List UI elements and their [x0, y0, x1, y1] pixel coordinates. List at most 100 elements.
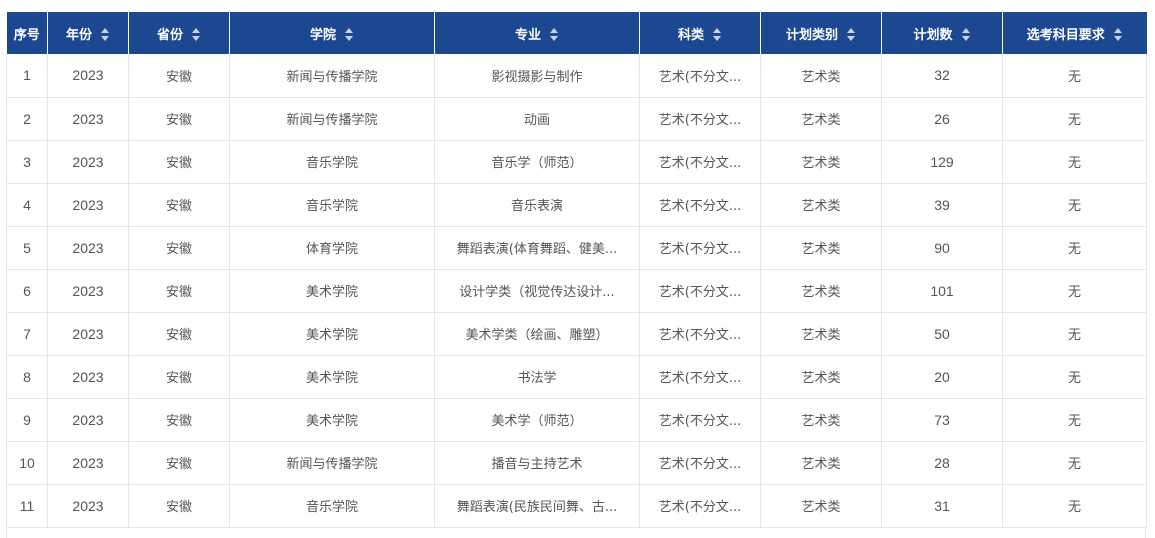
table-row: 6 2023 安徽 美术学院 设计学类（视觉传达设计... 艺术(不分文... 艺术类 101…	[6, 269, 1147, 313]
column-header-subject-type[interactable]: 科类	[639, 12, 761, 54]
sort-ascending-icon[interactable]	[192, 28, 200, 33]
column-header-label: 学院	[309, 27, 336, 43]
cell-subject-requirement: 无	[1002, 54, 1147, 98]
cell-plan-category: 艺术类	[760, 355, 882, 399]
cell-plan-category: 艺术类	[760, 312, 882, 356]
cell-college: 美术学院	[229, 269, 435, 313]
table-row: 5 2023 安徽 体育学院 舞蹈表演(体育舞蹈、健美... 艺术(不分文... 艺术类 90…	[6, 226, 1147, 270]
sort-arrows-icon[interactable]	[712, 28, 722, 42]
table-row: 8 2023 安徽 美术学院 书法学 艺术(不分文... 艺术类 20 无	[6, 355, 1147, 399]
cell-plan-count: 73	[881, 398, 1003, 442]
column-header-label: 专业	[514, 27, 541, 43]
cell-subject-type: 艺术(不分文...	[639, 398, 761, 442]
sort-arrows-icon[interactable]	[191, 28, 201, 42]
cell-subject-requirement: 无	[1002, 226, 1147, 270]
cell-subject-requirement: 无	[1002, 312, 1147, 356]
table-row: 2 2023 安徽 新闻与传播学院 动画 艺术(不分文... 艺术类 26 无	[6, 97, 1147, 141]
sort-ascending-icon[interactable]	[101, 28, 109, 33]
cell-year: 2023	[47, 398, 129, 442]
table-row: 3 2023 安徽 音乐学院 音乐学（师范） 艺术(不分文... 艺术类 129 无	[6, 140, 1147, 184]
cell-college: 音乐学院	[229, 140, 435, 184]
cell-year: 2023	[47, 226, 129, 270]
table-header-row: 序号 年份 省份 学院 专业 科类 计划类别 计划数 选考科目要求	[6, 12, 1147, 54]
table-row: 1 2023 安徽 新闻与传播学院 影视摄影与制作 艺术(不分文... 艺术类 32 无	[6, 54, 1147, 98]
cell-major: 舞蹈表演(体育舞蹈、健美...	[434, 226, 640, 270]
cell-index: 5	[6, 226, 48, 270]
cell-year: 2023	[47, 269, 129, 313]
column-header-label: 计划数	[913, 27, 953, 43]
cell-subject-requirement: 无	[1002, 355, 1147, 399]
sort-ascending-icon[interactable]	[847, 28, 855, 33]
cell-year: 2023	[47, 54, 129, 98]
sort-descending-icon[interactable]	[192, 36, 200, 41]
column-header-plan-count[interactable]: 计划数	[881, 12, 1003, 54]
cell-index: 9	[6, 398, 48, 442]
cell-subject-type: 艺术(不分文...	[639, 54, 761, 98]
column-header-college[interactable]: 学院	[229, 12, 435, 54]
column-header-plan-category[interactable]: 计划类别	[760, 12, 882, 54]
cell-province: 安徽	[128, 484, 230, 528]
cell-subject-type: 艺术(不分文...	[639, 269, 761, 313]
cell-index: 7	[6, 312, 48, 356]
cell-college: 新闻与传播学院	[229, 54, 435, 98]
cell-year: 2023	[47, 441, 129, 485]
sort-descending-icon[interactable]	[550, 36, 558, 41]
cell-college: 音乐学院	[229, 183, 435, 227]
column-header-label: 序号	[13, 27, 40, 43]
cell-year: 2023	[47, 97, 129, 141]
sort-ascending-icon[interactable]	[961, 28, 970, 33]
cell-province: 安徽	[128, 97, 230, 141]
cell-plan-category: 艺术类	[760, 269, 882, 313]
sort-arrows-icon[interactable]	[549, 28, 559, 42]
sort-ascending-icon[interactable]	[345, 28, 353, 33]
sort-descending-icon[interactable]	[101, 36, 109, 41]
cell-college: 美术学院	[229, 398, 435, 442]
sort-descending-icon[interactable]	[345, 36, 353, 41]
cell-major: 书法学	[434, 355, 640, 399]
cell-subject-requirement: 无	[1002, 269, 1147, 313]
table-row: 4 2023 安徽 音乐学院 音乐表演 艺术(不分文... 艺术类 39 无	[6, 183, 1147, 227]
cell-index: 6	[6, 269, 48, 313]
column-header-label: 科类	[677, 27, 704, 43]
cell-plan-category: 艺术类	[760, 441, 882, 485]
sort-arrows-icon[interactable]	[961, 28, 971, 42]
sort-descending-icon[interactable]	[847, 36, 855, 41]
sort-ascending-icon[interactable]	[713, 28, 721, 33]
cell-plan-count: 20	[881, 355, 1003, 399]
sort-arrows-icon[interactable]	[1113, 28, 1123, 42]
cell-subject-requirement: 无	[1002, 140, 1147, 184]
sort-ascending-icon[interactable]	[1113, 28, 1122, 33]
column-header-province[interactable]: 省份	[128, 12, 230, 54]
cell-subject-requirement: 无	[1002, 441, 1147, 485]
sort-descending-icon[interactable]	[1113, 36, 1122, 41]
table-row: 11 2023 安徽 音乐学院 舞蹈表演(民族民间舞、古... 艺术(不分文... 艺术类 3…	[6, 484, 1147, 528]
sort-arrows-icon[interactable]	[846, 28, 856, 42]
column-header-subject-requirement[interactable]: 选考科目要求	[1002, 12, 1147, 54]
cell-major: 动画	[434, 97, 640, 141]
cell-subject-requirement: 无	[1002, 398, 1147, 442]
cell-index: 2	[6, 97, 48, 141]
cell-major: 音乐表演	[434, 183, 640, 227]
cell-subject-type: 艺术(不分文...	[639, 140, 761, 184]
cell-plan-category: 艺术类	[760, 398, 882, 442]
cell-index: 1	[6, 54, 48, 98]
cell-subject-type: 艺术(不分文...	[639, 355, 761, 399]
column-header-major[interactable]: 专业	[434, 12, 640, 54]
sort-descending-icon[interactable]	[713, 36, 721, 41]
table-row: 10 2023 安徽 新闻与传播学院 播音与主持艺术 艺术(不分文... 艺术类 28 无	[6, 441, 1147, 485]
cell-plan-count: 90	[881, 226, 1003, 270]
cell-subject-requirement: 无	[1002, 97, 1147, 141]
admission-plan-table: 序号 年份 省份 学院 专业 科类 计划类别 计划数 选考科目要求 1 2023 安徽 新闻与传播学院…	[6, 12, 1147, 528]
cell-major: 美术学类（绘画、雕塑）	[434, 312, 640, 356]
cell-college: 新闻与传播学院	[229, 441, 435, 485]
sort-arrows-icon[interactable]	[100, 28, 110, 42]
cell-year: 2023	[47, 484, 129, 528]
sort-ascending-icon[interactable]	[550, 28, 558, 33]
sort-descending-icon[interactable]	[961, 36, 970, 41]
cell-subject-type: 艺术(不分文...	[639, 484, 761, 528]
cell-province: 安徽	[128, 226, 230, 270]
column-header-year[interactable]: 年份	[47, 12, 129, 54]
cell-year: 2023	[47, 140, 129, 184]
cell-subject-type: 艺术(不分文...	[639, 441, 761, 485]
sort-arrows-icon[interactable]	[344, 28, 354, 42]
